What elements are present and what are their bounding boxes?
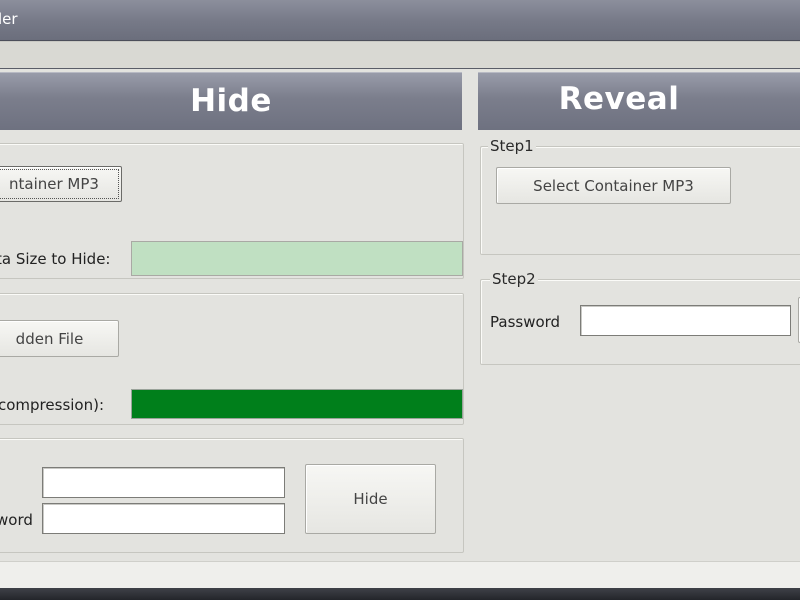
reveal-password-input[interactable] [580, 305, 791, 336]
tab-hide-label: Hide [190, 83, 272, 119]
panel-divider [462, 70, 478, 560]
hide-password-input[interactable] [42, 467, 285, 498]
compression-label: compression): [0, 396, 105, 414]
hide-button[interactable]: Hide [305, 464, 436, 534]
reveal-select-container-mp3-label: Select Container MP3 [533, 176, 694, 195]
menu-strip [0, 41, 800, 70]
hide-confirm-password-input[interactable] [42, 503, 285, 534]
hide-password-label: word [0, 511, 33, 529]
reveal-password-label: Password [490, 313, 561, 331]
select-hidden-file-label: dden File [15, 329, 84, 348]
select-container-mp3-button[interactable]: ntainer MP3 [0, 166, 122, 202]
data-size-bar [131, 241, 463, 276]
tab-hide[interactable]: Hide [0, 72, 462, 130]
title-bar[interactable]: ler [0, 0, 800, 41]
window-title: ler [0, 10, 18, 28]
select-hidden-file-button[interactable]: dden File [0, 320, 119, 357]
step1-label: Step1 [488, 137, 536, 155]
reveal-select-container-mp3-button[interactable]: Select Container MP3 [496, 167, 731, 204]
window-bottom-frame [0, 588, 800, 600]
tab-reveal-label: Reveal [558, 81, 680, 117]
tab-reveal[interactable]: Reveal [478, 72, 800, 130]
step2-label: Step2 [490, 270, 538, 288]
compression-bar [131, 389, 463, 419]
data-size-label: ta Size to Hide: [0, 250, 111, 268]
select-container-mp3-label: ntainer MP3 [9, 175, 99, 193]
hide-button-label: Hide [353, 490, 388, 508]
status-strip [0, 561, 800, 589]
